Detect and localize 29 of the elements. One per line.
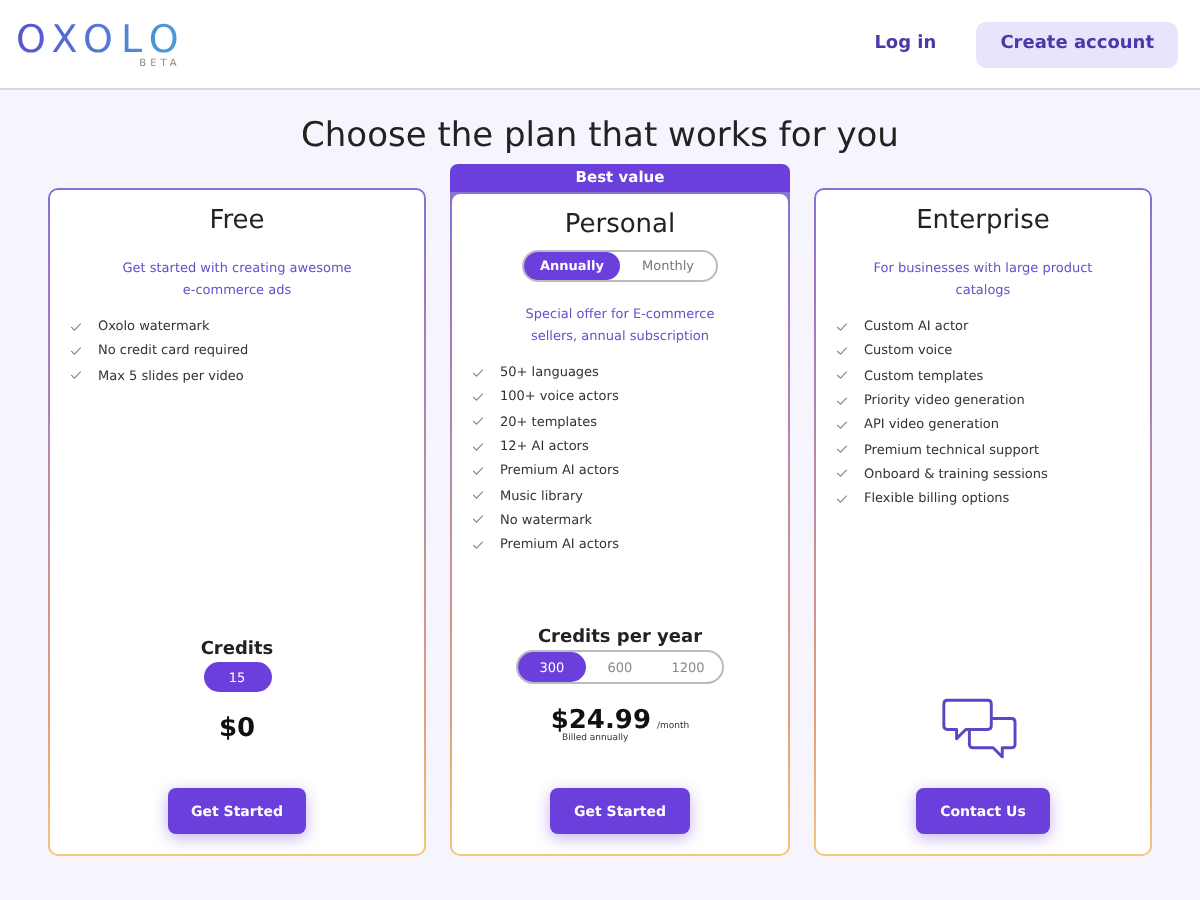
check-icon xyxy=(70,321,82,332)
check-icon xyxy=(472,465,484,476)
check-icon xyxy=(836,444,848,455)
check-icon xyxy=(836,468,848,479)
check-icon xyxy=(836,493,848,504)
check-icon xyxy=(836,345,848,356)
check-icon xyxy=(70,370,82,381)
check-icon xyxy=(472,391,484,402)
check-icon xyxy=(836,419,848,430)
check-icon xyxy=(70,345,82,356)
price: $0 xyxy=(218,714,256,744)
create-account-button[interactable]: Create account xyxy=(976,21,1178,67)
plan-name: Personal xyxy=(564,210,676,240)
credits-label: Credits per year xyxy=(537,628,703,648)
check-icon xyxy=(472,367,484,378)
check-icon xyxy=(472,441,484,452)
check-icon xyxy=(472,416,484,427)
check-icon xyxy=(472,490,484,501)
plan-name: Free xyxy=(209,206,265,236)
credits-label: Credits xyxy=(200,640,274,660)
check-icon xyxy=(472,539,484,550)
price: $24.99 xyxy=(550,706,652,736)
check-icon xyxy=(836,321,848,332)
page-heading: Choose the plan that works for you xyxy=(299,116,901,160)
check-icon xyxy=(472,514,484,525)
plan-name: Enterprise xyxy=(916,206,1050,236)
check-icon xyxy=(836,395,848,406)
check-icon xyxy=(836,370,848,381)
login-link[interactable]: Log in xyxy=(874,34,937,54)
